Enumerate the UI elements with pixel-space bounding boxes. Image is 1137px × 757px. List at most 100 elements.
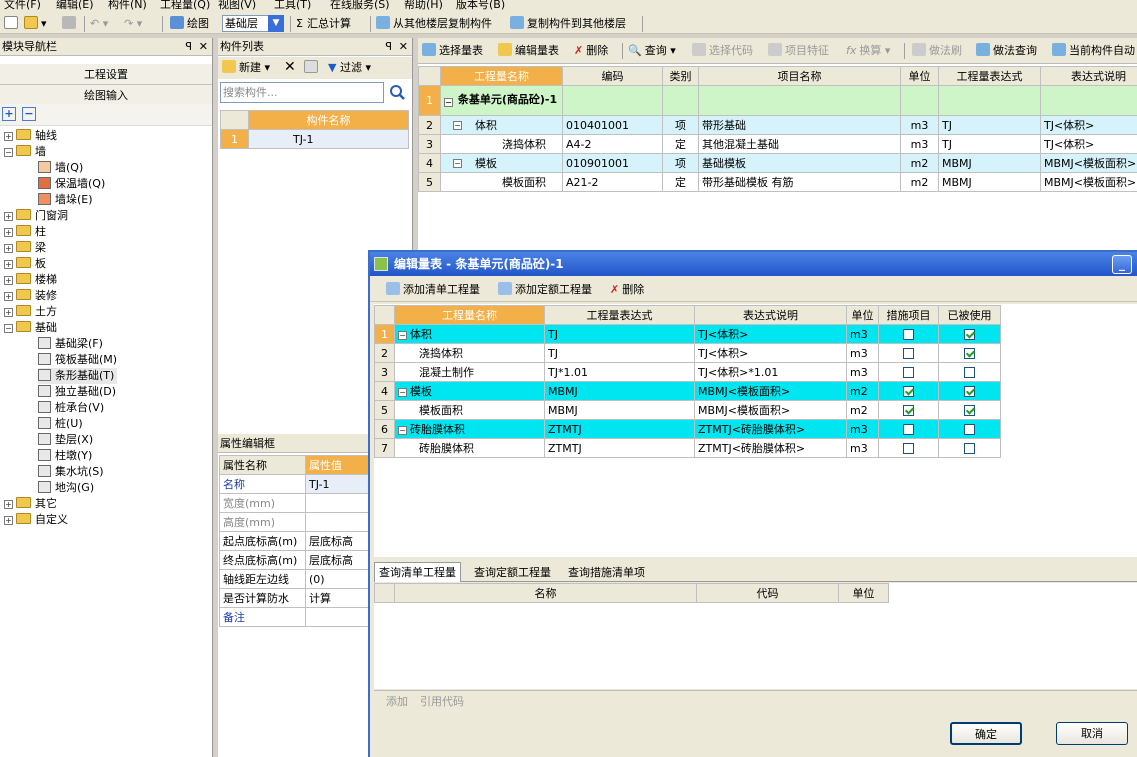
tree-item-pile[interactable]: 桩(U) (38, 416, 83, 432)
tree-item-foundation-beam[interactable]: 基础梁(F) (38, 336, 103, 352)
add-list-quantity-button[interactable]: 添加清单工程量 (386, 282, 480, 298)
tab-query-list[interactable]: 查询清单工程量 (374, 562, 461, 582)
menu-file[interactable]: 文件(F) (4, 0, 41, 12)
tree-item-custom[interactable]: + 自定义 (4, 512, 68, 528)
table-row[interactable]: 高度(mm) (219, 512, 370, 532)
filter-button[interactable]: ▼ 过滤 ▾ (328, 60, 371, 76)
copy-from-floor-button[interactable]: 从其他楼层复制构件 (376, 16, 492, 32)
query-button[interactable]: 🔍 查询 ▾ (628, 43, 676, 59)
select-code-button[interactable]: 选择代码 (692, 43, 753, 59)
table-row[interactable]: 6 − 砖胎膜体积 ZTMTJ ZTMTJ<砖胎膜体积> m3 (374, 419, 1001, 439)
tree-item-stairs[interactable]: + 楼梯 (4, 272, 57, 288)
table-row[interactable]: 轴线距左边线 (0) (219, 569, 370, 589)
open-file-icon[interactable]: ▾ (24, 16, 47, 32)
method-query-button[interactable]: 做法查询 (976, 43, 1037, 59)
used-checkbox[interactable] (964, 423, 975, 435)
close-icon[interactable]: ✕ (199, 38, 208, 55)
table-row[interactable]: 7 砖胎膜体积 ZTMTJ ZTMTJ<砖胎膜体积> m3 (374, 438, 1001, 458)
auto-apply-button[interactable]: 当前构件自动 (1052, 43, 1135, 59)
add-button[interactable]: 添加 (386, 694, 408, 710)
tree-item-strip-foundation[interactable]: 条形基础(T) (38, 368, 118, 384)
tab-query-quota[interactable]: 查询定额工程量 (470, 564, 555, 582)
measure-checkbox[interactable] (903, 404, 914, 416)
tree-item-pilaster[interactable]: 墙垛(E) (38, 192, 93, 208)
measure-checkbox[interactable] (903, 423, 914, 435)
table-row[interactable]: 宽度(mm) (219, 493, 370, 513)
tree-item-beam[interactable]: + 梁 (4, 240, 46, 256)
table-row[interactable]: 1 TJ-1 (220, 129, 409, 149)
tree-item-sump[interactable]: 集水坑(S) (38, 464, 104, 480)
table-row[interactable]: 起点底标高(m) 层底标高 (219, 531, 370, 551)
draw-input-button[interactable]: 绘图输入 (0, 85, 212, 106)
floor-select[interactable]: 基础层 ▼ (222, 15, 284, 32)
tree-item-decoration[interactable]: + 装修 (4, 288, 57, 304)
tree-item-wall-q[interactable]: 墙(Q) (38, 160, 83, 176)
table-row[interactable]: 2 − 体积 010401001 项 带形基础 m3 TJ TJ<体积> (418, 115, 1137, 135)
draw-button[interactable]: 绘图 (170, 16, 209, 32)
expand-all-icon[interactable]: + (2, 107, 16, 121)
sum-button[interactable]: Σ 汇总计算 (296, 16, 351, 32)
tree-item-slab[interactable]: + 板 (4, 256, 46, 272)
save-icon[interactable] (62, 16, 79, 32)
chevron-down-icon[interactable]: ▼ (268, 15, 284, 32)
table-row[interactable]: 是否计算防水 计算 (219, 588, 370, 608)
tree-item-foundation[interactable]: − 基础 (4, 320, 57, 336)
menu-edit[interactable]: 编辑(E) (56, 0, 94, 12)
measure-checkbox[interactable] (903, 328, 914, 340)
tree-item-insulation-wall[interactable]: 保温墙(Q) (38, 176, 105, 192)
convert-button[interactable]: fx 换算 ▾ (846, 43, 890, 59)
tree-item-raft-foundation[interactable]: 筏板基础(M) (38, 352, 117, 368)
table-row[interactable]: 4 − 模板 010901001 项 基础模板 m2 MBMJ MBMJ<模板面积… (418, 153, 1137, 173)
used-checkbox[interactable] (964, 404, 975, 416)
tree-item-pile-cap[interactable]: 桩承台(V) (38, 400, 104, 416)
menu-version[interactable]: 版本号(B) (456, 0, 505, 12)
reference-code-button[interactable]: 引用代码 (420, 694, 464, 710)
ok-button[interactable]: 确定 (950, 722, 1022, 745)
delete-icon[interactable]: ✕ (284, 59, 296, 75)
undo-icon[interactable]: ↶ ▾ (90, 16, 108, 32)
tree-item-earthwork[interactable]: + 土方 (4, 304, 57, 320)
add-quota-quantity-button[interactable]: 添加定额工程量 (498, 282, 592, 298)
copy-icon[interactable] (304, 60, 321, 76)
tree-item-column[interactable]: + 柱 (4, 224, 46, 240)
tree-item-isolated-foundation[interactable]: 独立基础(D) (38, 384, 116, 400)
new-component-button[interactable]: 新建 ▾ (222, 60, 270, 76)
tree-item-trench[interactable]: 地沟(G) (38, 480, 94, 496)
tree-item-cushion[interactable]: 垫层(X) (38, 432, 93, 448)
tree-item-openings[interactable]: + 门窗洞 (4, 208, 68, 224)
redo-icon[interactable]: ↷ ▾ (124, 16, 142, 32)
pin-icon[interactable]: ꟼ (385, 38, 392, 55)
menu-quantity[interactable]: 工程量(Q) (160, 0, 210, 12)
table-row[interactable]: 2 浇捣体积 TJ TJ<体积> m3 (374, 343, 1001, 363)
item-feature-button[interactable]: 项目特征 (768, 43, 829, 59)
minimize-icon[interactable]: _ (1112, 255, 1132, 274)
dialog-delete-button[interactable]: ✗ 删除 (610, 282, 644, 298)
menu-help[interactable]: 帮助(H) (404, 0, 443, 12)
menu-component[interactable]: 构件(N) (108, 0, 147, 12)
table-row[interactable]: 3 混凝土制作 TJ*1.01 TJ<体积>*1.01 m3 (374, 362, 1001, 382)
collapse-all-icon[interactable]: − (22, 107, 36, 121)
method-brush-button[interactable]: 做法刷 (912, 43, 962, 59)
select-table-button[interactable]: 选择量表 (422, 43, 483, 59)
table-row[interactable]: 3 浇捣体积 A4-2 定 其他混凝土基础 m3 TJ TJ<体积> (418, 134, 1137, 154)
close-icon[interactable]: ✕ (399, 38, 408, 55)
search-icon[interactable] (386, 82, 408, 103)
new-file-icon[interactable] (4, 16, 21, 32)
table-row[interactable]: 1 − 体积 TJ TJ<体积> m3 (374, 324, 1001, 344)
table-row[interactable]: 5 模板面积 MBMJ MBMJ<模板面积> m2 (374, 400, 1001, 420)
measure-checkbox[interactable] (903, 385, 914, 397)
measure-checkbox[interactable] (903, 366, 914, 378)
table-row[interactable]: 4 − 模板 MBMJ MBMJ<模板面积> m2 (374, 381, 1001, 401)
table-row[interactable]: 1 − 条基单元(商品砼)-1 (418, 85, 1137, 116)
edit-table-button[interactable]: 编辑量表 (498, 43, 559, 59)
used-checkbox[interactable] (964, 385, 975, 397)
measure-checkbox[interactable] (903, 442, 914, 454)
menu-view[interactable]: 视图(V) (218, 0, 256, 12)
menu-online[interactable]: 在线服务(S) (330, 0, 390, 12)
copy-to-floor-button[interactable]: 复制构件到其他楼层 (510, 16, 626, 32)
cancel-button[interactable]: 取消 (1056, 722, 1128, 745)
tree-item-axis[interactable]: + 轴线 (4, 128, 57, 144)
menu-tools[interactable]: 工具(T) (274, 0, 311, 12)
used-checkbox[interactable] (964, 328, 975, 340)
used-checkbox[interactable] (964, 442, 975, 454)
